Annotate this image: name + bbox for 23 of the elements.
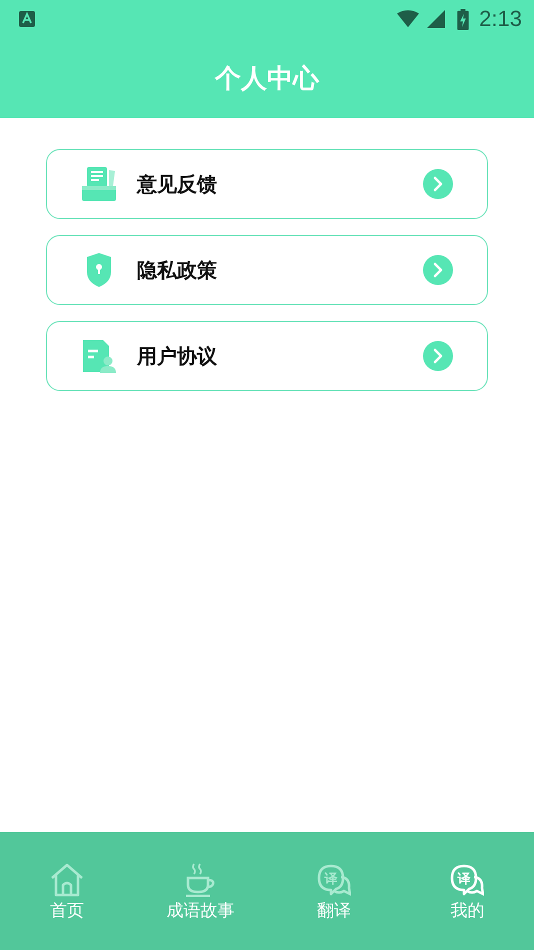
chevron-right-icon — [423, 341, 453, 371]
menu-item[interactable]: 意见反馈 — [46, 149, 488, 219]
inbox-document-icon — [81, 166, 117, 202]
menu-item[interactable]: 用户协议 — [46, 321, 488, 391]
battery-icon — [457, 8, 470, 30]
tab-item[interactable]: 成语故事 — [134, 863, 267, 922]
tab-item[interactable]: 译 我的 — [400, 863, 534, 922]
tab-item[interactable]: 译 翻译 — [267, 863, 400, 922]
wifi-icon — [397, 10, 420, 28]
menu-item[interactable]: 隐私政策 — [46, 235, 488, 305]
clock-time: 2:13 — [479, 6, 522, 32]
document-user-icon — [81, 338, 117, 374]
menu-label: 意见反馈 — [137, 170, 218, 198]
menu-label: 隐私政策 — [137, 256, 218, 284]
tab-item[interactable]: 首页 — [0, 863, 134, 922]
chevron-right-icon — [423, 169, 453, 199]
signal-icon — [425, 10, 448, 28]
house-icon — [50, 863, 84, 897]
app-notification-icon — [19, 11, 35, 27]
menu-label: 用户协议 — [137, 342, 218, 370]
page-title: 个人中心 — [215, 62, 319, 96]
coffee-cup-icon — [183, 863, 218, 897]
chevron-right-icon — [423, 255, 453, 285]
